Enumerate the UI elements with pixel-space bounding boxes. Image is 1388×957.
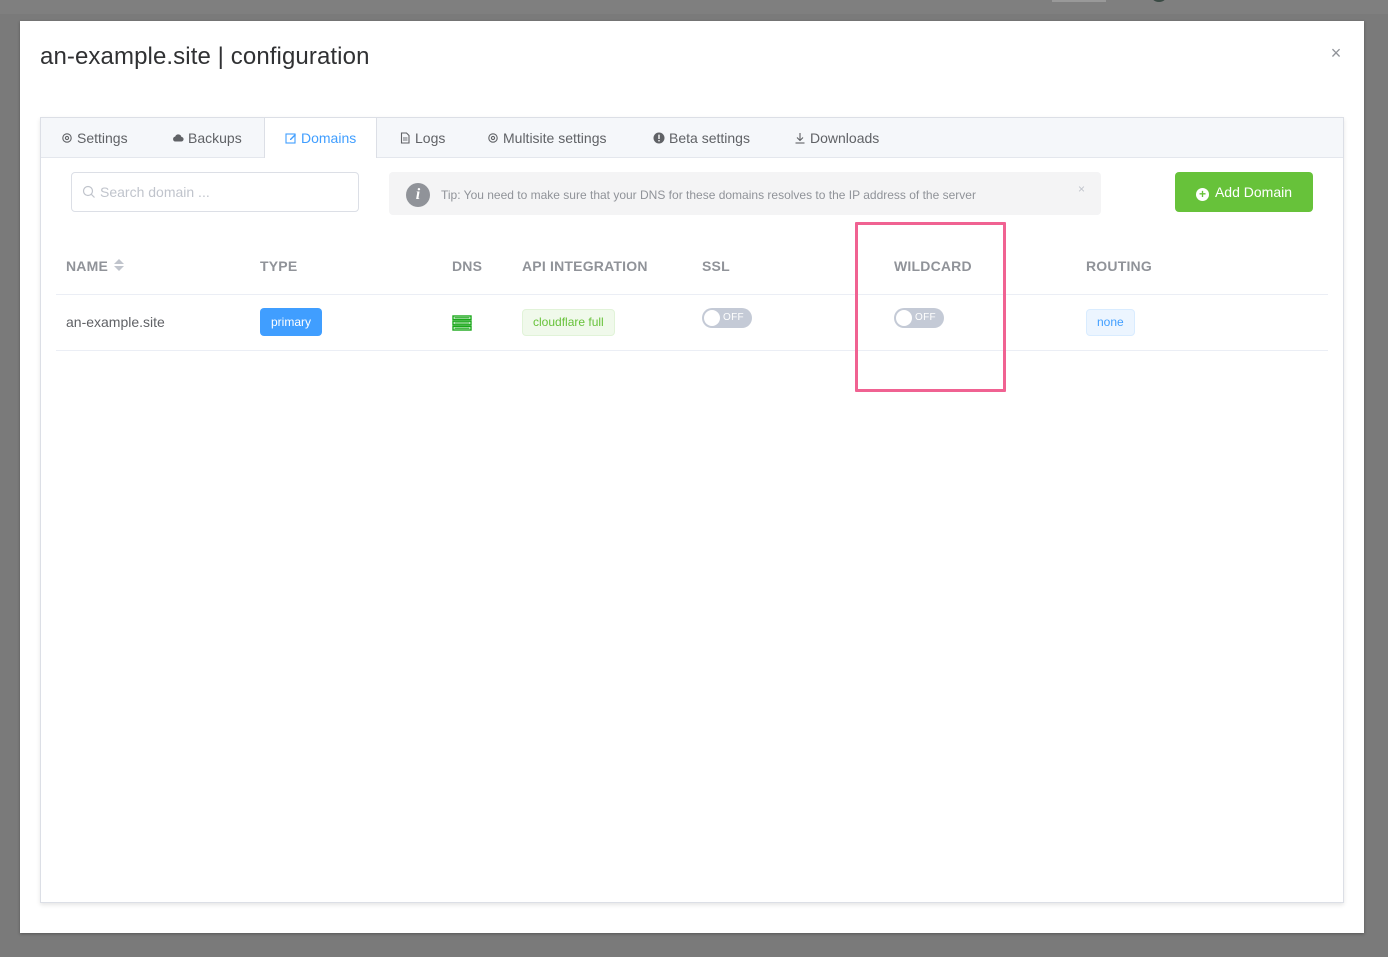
tab-bar: Settings Backups Domains Logs Multisite … (41, 118, 1343, 158)
sort-icon[interactable] (114, 258, 125, 272)
cloud-icon (173, 134, 184, 142)
tip-text: Tip: You need to make sure that your DNS… (441, 188, 976, 202)
add-domain-label: Add Domain (1214, 184, 1293, 200)
column-header-name-label: NAME (66, 258, 109, 274)
tab-multisite-label: Multisite settings (503, 130, 607, 146)
wildcard-highlight-box (855, 222, 1006, 392)
background-topbar (0, 0, 1388, 14)
tab-downloads-label: Downloads (810, 130, 880, 146)
close-icon[interactable]: × (1078, 182, 1085, 196)
column-header-type: TYPE (260, 258, 298, 274)
column-header-ssl: SSL (702, 258, 730, 274)
background-avatar (1150, 0, 1168, 2)
tab-logs[interactable]: Logs (399, 118, 445, 158)
tab-domains-label: Domains (301, 130, 357, 146)
tab-multisite-settings[interactable]: Multisite settings (487, 118, 606, 158)
type-tag: primary (260, 308, 323, 336)
column-header-dns: DNS (452, 258, 483, 274)
search-box (71, 172, 359, 212)
background-segment (1052, 0, 1106, 2)
column-header-api-integration: API INTEGRATION (522, 258, 648, 274)
routing-tag[interactable]: none (1086, 309, 1135, 336)
ssl-toggle-knob (704, 310, 720, 326)
search-icon (82, 185, 95, 198)
add-domain-button[interactable]: + Add Domain (1175, 172, 1313, 212)
gear-icon (62, 133, 72, 143)
tab-backups[interactable]: Backups (172, 118, 242, 158)
document-icon (400, 132, 410, 144)
tab-backups-label: Backups (188, 130, 242, 146)
dialog-title: an-example.site | configuration (40, 43, 370, 70)
tab-settings[interactable]: Settings (61, 118, 128, 158)
tab-card: Settings Backups Domains Logs Multisite … (40, 117, 1344, 903)
edit-icon (285, 133, 296, 144)
ssl-toggle[interactable]: OFF (702, 308, 752, 328)
warning-icon (653, 132, 665, 144)
download-icon (795, 133, 805, 144)
table-row-divider (56, 350, 1328, 351)
ssl-toggle-label: OFF (723, 312, 744, 323)
tab-downloads[interactable]: Downloads (794, 118, 879, 158)
tab-logs-label: Logs (415, 130, 446, 146)
table-divider (56, 294, 1328, 295)
plus-circle-icon: + (1195, 188, 1209, 201)
configuration-dialog: an-example.site | configuration × Settin… (20, 21, 1364, 933)
search-input[interactable] (100, 173, 350, 211)
gear-icon (488, 133, 498, 143)
domain-name-cell: an-example.site (66, 314, 165, 330)
api-integration-tag: cloudflare full (522, 309, 615, 336)
info-icon: i (406, 183, 430, 207)
column-header-routing: ROUTING (1086, 258, 1152, 274)
close-icon[interactable]: × (1328, 44, 1344, 62)
tab-beta-settings[interactable]: Beta settings (653, 118, 750, 158)
column-header-name[interactable]: NAME (66, 258, 125, 274)
tab-beta-label: Beta settings (669, 130, 750, 146)
server-icon (452, 315, 472, 331)
tab-settings-label: Settings (77, 130, 128, 146)
tab-domains[interactable]: Domains (264, 118, 378, 158)
tip-alert: i Tip: You need to make sure that your D… (389, 172, 1101, 215)
